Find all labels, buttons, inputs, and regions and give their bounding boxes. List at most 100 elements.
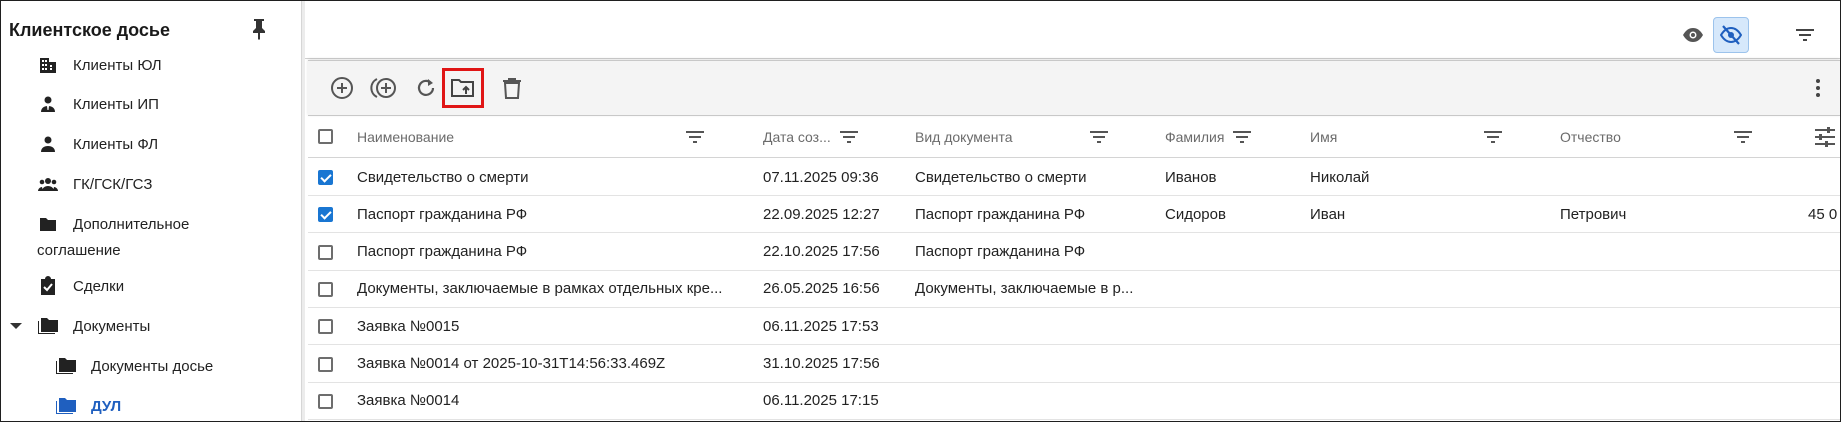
sidebar-item-label: Сделки: [73, 277, 125, 295]
table-row[interactable]: Свидетельство о смерти 07.11.2025 09:36 Св…: [308, 159, 1840, 196]
toolbar: [308, 60, 1840, 116]
row-checkbox[interactable]: [318, 393, 333, 409]
table-row[interactable]: Паспорт гражданина РФ 22.10.2025 17:56 Пас…: [308, 234, 1840, 271]
cell-extra: [1808, 346, 1841, 382]
sidebar-item-label: Клиенты ИП: [73, 95, 159, 113]
cell-date: 06.11.2025 17:53: [763, 317, 879, 335]
row-checkbox[interactable]: [318, 170, 333, 185]
cell-name: Заявка №0014: [357, 392, 460, 410]
clipboard-check-icon: [37, 275, 59, 297]
cell-extra: [1808, 159, 1841, 195]
cell-first-name: [1310, 308, 1530, 344]
topbar: [305, 1, 1840, 59]
row-checkbox[interactable]: [318, 281, 333, 297]
filter-icon[interactable]: [838, 128, 860, 146]
table-row[interactable]: Паспорт гражданина РФ 22.09.2025 12:27 Пас…: [308, 196, 1840, 234]
person-tie-icon: [37, 93, 59, 115]
add-multiple-icon[interactable]: [366, 69, 402, 107]
filter-icon[interactable]: [1088, 128, 1110, 146]
table-row[interactable]: Заявка №0015 06.11.2025 17:53: [308, 308, 1841, 346]
table-row[interactable]: Заявка №0014 от 2025-10-31T14:56:33.469Z…: [308, 346, 1840, 383]
column-header-patronymic[interactable]: Отчество: [1560, 116, 1660, 157]
sidebar-item-clients-ip[interactable]: Клиенты ИП: [37, 93, 159, 115]
folders-icon: [55, 395, 77, 417]
cell-doc-type: [915, 346, 1140, 382]
filter-icon[interactable]: [684, 128, 706, 146]
column-header-first-name[interactable]: Имя: [1310, 116, 1390, 157]
cell-name: Документы, заключаемые в рамках отдельны…: [357, 280, 723, 298]
cell-patronymic: Петрович: [1560, 205, 1627, 223]
sidebar-item-label: ГК/ГСК/ГСЗ: [73, 175, 153, 193]
column-settings-icon[interactable]: [1813, 126, 1837, 148]
sidebar-item-dossier-docs[interactable]: Документы досье: [55, 355, 213, 377]
cell-name: Заявка №0015: [357, 317, 460, 335]
sidebar-item-dul[interactable]: ДУЛ: [55, 395, 121, 417]
cell-extra: [1808, 234, 1841, 270]
cell-doc-type: Паспорт гражданина РФ: [915, 243, 1086, 261]
building-icon: [37, 54, 59, 76]
cell-first-name: [1310, 271, 1530, 307]
filter-icon[interactable]: [1231, 128, 1253, 146]
trash-icon[interactable]: [494, 69, 530, 107]
folder-upload-icon[interactable]: [442, 68, 484, 108]
more-vert-icon[interactable]: [1800, 69, 1836, 107]
eye-icon[interactable]: [1675, 17, 1711, 53]
cell-date: 22.10.2025 17:56: [763, 243, 880, 261]
sidebar-item-additional-agreement[interactable]: Дополнительное: [37, 213, 189, 235]
filter-icon[interactable]: [1482, 128, 1504, 146]
column-header-doc-type[interactable]: Вид документа: [915, 116, 1065, 157]
sidebar-item-groups[interactable]: ГК/ГСК/ГСЗ: [37, 173, 152, 195]
cell-surname: [1165, 234, 1295, 270]
sidebar-item-documents[interactable]: Документы: [9, 315, 150, 337]
cell-surname: [1165, 383, 1295, 419]
cell-patronymic: [1560, 383, 1760, 419]
chevron-down-icon[interactable]: [9, 321, 27, 331]
cell-first-name: [1310, 234, 1530, 270]
pin-icon[interactable]: [249, 17, 269, 41]
row-checkbox[interactable]: [318, 207, 333, 223]
sidebar-item-label: Клиенты ЮЛ: [73, 56, 162, 74]
cell-patronymic: [1560, 271, 1760, 307]
row-checkbox[interactable]: [318, 356, 333, 372]
sidebar-title: Клиентское досье: [9, 20, 171, 40]
folders-icon: [37, 315, 59, 337]
sidebar-item-deals[interactable]: Сделки: [37, 275, 124, 297]
eye-off-icon[interactable]: [1713, 17, 1749, 53]
column-header-surname[interactable]: Фамилия: [1165, 116, 1235, 157]
table-row[interactable]: Заявка №0014 06.11.2025 17:15: [308, 383, 1840, 420]
cell-first-name: Иван: [1310, 205, 1346, 223]
cell-extra: 45 0: [1808, 205, 1838, 223]
filter-icon[interactable]: [1787, 17, 1823, 53]
cell-doc-type: [915, 383, 1140, 419]
row-checkbox[interactable]: [318, 319, 333, 335]
sidebar-item-label-line2: соглашение: [37, 242, 121, 259]
sidebar-item-label: Документы досье: [91, 357, 214, 375]
cell-extra: [1808, 308, 1841, 344]
row-checkbox[interactable]: [318, 244, 333, 260]
cell-name: Заявка №0014 от 2025-10-31T14:56:33.469Z: [357, 355, 666, 372]
refresh-icon[interactable]: [408, 69, 444, 107]
column-header-name[interactable]: Наименование: [357, 116, 597, 157]
cell-name: Паспорт гражданина РФ: [357, 243, 528, 261]
cell-doc-type: Документы, заключаемые в р...: [915, 280, 1134, 298]
add-circle-icon[interactable]: [324, 69, 360, 107]
select-all-checkbox[interactable]: [318, 129, 333, 144]
sidebar-item-clients-ul[interactable]: Клиенты ЮЛ: [37, 54, 162, 76]
sidebar-item-label: Документы: [73, 317, 151, 335]
folder-icon: [37, 213, 59, 235]
sidebar: Клиентское досье Клиенты ЮЛ Клиенты ИП К…: [1, 1, 301, 421]
filter-icon[interactable]: [1732, 128, 1754, 146]
cell-patronymic: [1560, 308, 1760, 344]
cell-date: 26.05.2025 16:56: [763, 280, 880, 298]
sidebar-resize-handle[interactable]: [301, 1, 305, 421]
column-header-date[interactable]: Дата соз...: [763, 116, 833, 157]
cell-surname: Иванов: [1165, 168, 1217, 186]
cell-surname: [1165, 346, 1295, 382]
group-icon: [37, 173, 59, 195]
cell-date: 31.10.2025 17:56: [763, 355, 880, 372]
cell-date: 07.11.2025 09:36: [763, 168, 879, 186]
table-row[interactable]: Документы, заключаемые в рамках отдельны…: [308, 271, 1840, 308]
folders-icon: [55, 355, 77, 377]
sidebar-item-clients-fl[interactable]: Клиенты ФЛ: [37, 133, 158, 155]
cell-surname: Сидоров: [1165, 205, 1226, 223]
